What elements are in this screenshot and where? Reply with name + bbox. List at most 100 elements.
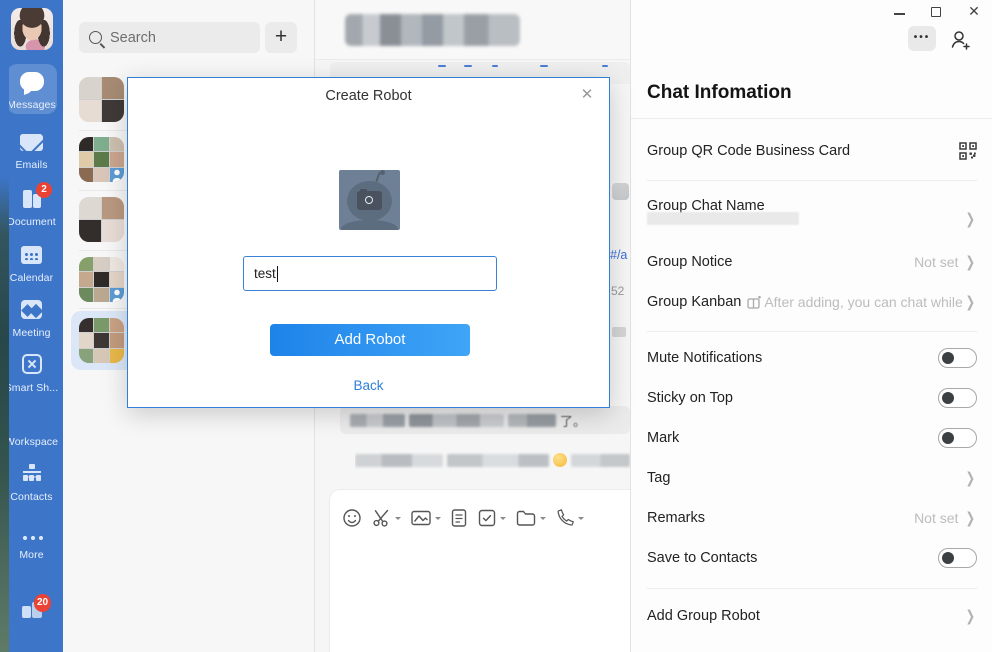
minimize-icon[interactable] [894, 13, 905, 15]
chat-list-item-avatar[interactable] [79, 137, 124, 182]
smart-share-icon [22, 354, 42, 374]
app-window: Messages Emails 2 Document Calendar Meet… [0, 0, 992, 652]
workspace-grid-icon [22, 408, 42, 428]
sidebar-item-more[interactable]: More [0, 528, 63, 561]
text-cursor [277, 266, 278, 282]
emoji-button[interactable] [342, 508, 362, 528]
sidebar-item-workbench[interactable]: 20 [0, 600, 63, 623]
row-group-kanban[interactable]: Group Kanban After adding, you can chat … [631, 284, 992, 320]
sidebar-item-document[interactable]: 2 Document [0, 190, 63, 228]
desktop-wallpaper-edge [0, 0, 9, 652]
mute-notifications-toggle[interactable] [938, 348, 977, 368]
emoji-in-message [553, 453, 567, 467]
composer-toolbar [342, 508, 584, 528]
sidebar-item-label: Calendar [0, 272, 63, 284]
divider [647, 180, 977, 181]
chat-list-item-avatar[interactable] [79, 318, 124, 363]
not-set-value: Not set [914, 254, 958, 270]
not-set-value: Not set [914, 510, 958, 526]
chevron-right-icon: ❯ [966, 210, 975, 228]
file-button[interactable] [515, 508, 546, 528]
calendar-icon [21, 246, 42, 264]
message-fragment-redacted [612, 327, 626, 337]
chat-info-panel: ✕ ••• Chat Infomation Group QR Code Busi… [630, 0, 992, 652]
sticky-on-top-toggle[interactable] [938, 388, 977, 408]
group-name-redacted [647, 212, 799, 225]
meeting-icon [21, 300, 42, 319]
todo-button[interactable] [477, 508, 506, 528]
row-remarks[interactable]: Remarks Not set ❯ [631, 500, 992, 536]
message-link-fragment[interactable]: #/a [610, 248, 627, 262]
chat-message-bubble: 了。 [340, 406, 630, 434]
row-tag[interactable]: Tag ❯ [631, 460, 992, 496]
qr-code-icon[interactable] [959, 142, 977, 160]
message-text-fragment: 52 [611, 284, 624, 298]
sidebar-item-workspace[interactable]: Workspace [0, 408, 63, 448]
message-input-panel[interactable] [330, 490, 630, 652]
document-badge: 2 [36, 182, 52, 198]
sidebar-item-label: Document [0, 216, 63, 228]
chevron-down-icon[interactable] [500, 517, 506, 523]
sidebar-item-messages[interactable]: Messages [0, 72, 63, 111]
envelope-icon [20, 134, 43, 151]
create-robot-dialog: Create Robot ✕ test Add Robot Back [127, 77, 610, 408]
more-dots-icon [21, 535, 43, 541]
sidebar-item-label: Contacts [0, 491, 63, 503]
kanban-icon [747, 296, 762, 309]
main-sidebar: Messages Emails 2 Document Calendar Meet… [0, 0, 63, 652]
divider [647, 331, 977, 332]
sidebar-item-smart-share[interactable]: Smart Sh... [0, 354, 63, 394]
sidebar-item-label: Meeting [0, 327, 63, 339]
search-input[interactable]: Search [79, 22, 260, 53]
add-robot-button[interactable]: Add Robot [270, 324, 470, 356]
user-avatar[interactable] [11, 8, 53, 50]
notes-button[interactable] [450, 508, 468, 528]
search-placeholder: Search [110, 30, 156, 46]
chat-header [315, 0, 630, 60]
message-text-fragment: 了。 [560, 411, 586, 430]
mark-toggle[interactable] [938, 428, 977, 448]
chat-list-item-avatar[interactable] [79, 257, 124, 302]
workbench-badge: 20 [34, 594, 51, 612]
dialog-title: Create Robot [128, 88, 609, 104]
robot-name-input[interactable]: test [243, 256, 497, 291]
call-button[interactable] [555, 508, 584, 528]
chat-list-item-avatar[interactable] [79, 197, 124, 242]
maximize-icon[interactable] [931, 7, 941, 17]
row-sticky-on-top: Sticky on Top [631, 380, 992, 416]
image-button[interactable] [410, 508, 441, 528]
save-to-contacts-toggle[interactable] [938, 548, 977, 568]
sidebar-item-contacts[interactable]: Contacts [0, 464, 63, 503]
chevron-down-icon[interactable] [578, 517, 584, 523]
chevron-down-icon[interactable] [435, 517, 441, 523]
sidebar-item-meeting[interactable]: Meeting [0, 300, 63, 339]
robot-avatar-upload[interactable] [339, 170, 400, 230]
sidebar-item-calendar[interactable]: Calendar [0, 246, 63, 284]
sidebar-item-label: Smart Sh... [0, 382, 63, 394]
chevron-right-icon: ❯ [966, 293, 975, 311]
org-chart-icon [21, 464, 43, 483]
row-group-notice[interactable]: Group Notice Not set ❯ [631, 244, 992, 280]
robot-name-value: test [254, 266, 276, 281]
message-avatar [612, 183, 629, 200]
dialog-close-icon[interactable]: ✕ [577, 85, 597, 105]
back-link[interactable]: Back [128, 378, 609, 393]
new-chat-button[interactable]: + [265, 22, 297, 53]
close-icon[interactable]: ✕ [965, 2, 983, 20]
chevron-down-icon[interactable] [395, 517, 401, 523]
camera-icon [357, 191, 382, 210]
row-mark: Mark [631, 420, 992, 456]
sidebar-item-label: More [0, 549, 63, 561]
screenshot-button[interactable] [371, 508, 401, 528]
row-mute-notifications: Mute Notifications [631, 340, 992, 376]
row-group-qr-code[interactable]: Group QR Code Business Card [631, 133, 992, 169]
chat-bubble-icon [20, 72, 44, 91]
row-add-group-robot[interactable]: Add Group Robot ❯ [631, 598, 992, 634]
sidebar-item-label: Messages [0, 99, 63, 111]
sidebar-item-emails[interactable]: Emails [0, 134, 63, 171]
add-member-icon[interactable] [948, 28, 972, 52]
chat-list-item-avatar[interactable] [79, 77, 124, 122]
chevron-down-icon[interactable] [540, 517, 546, 523]
chat-overflow-button[interactable]: ••• [908, 26, 936, 51]
sidebar-item-label: Workspace [0, 436, 63, 448]
